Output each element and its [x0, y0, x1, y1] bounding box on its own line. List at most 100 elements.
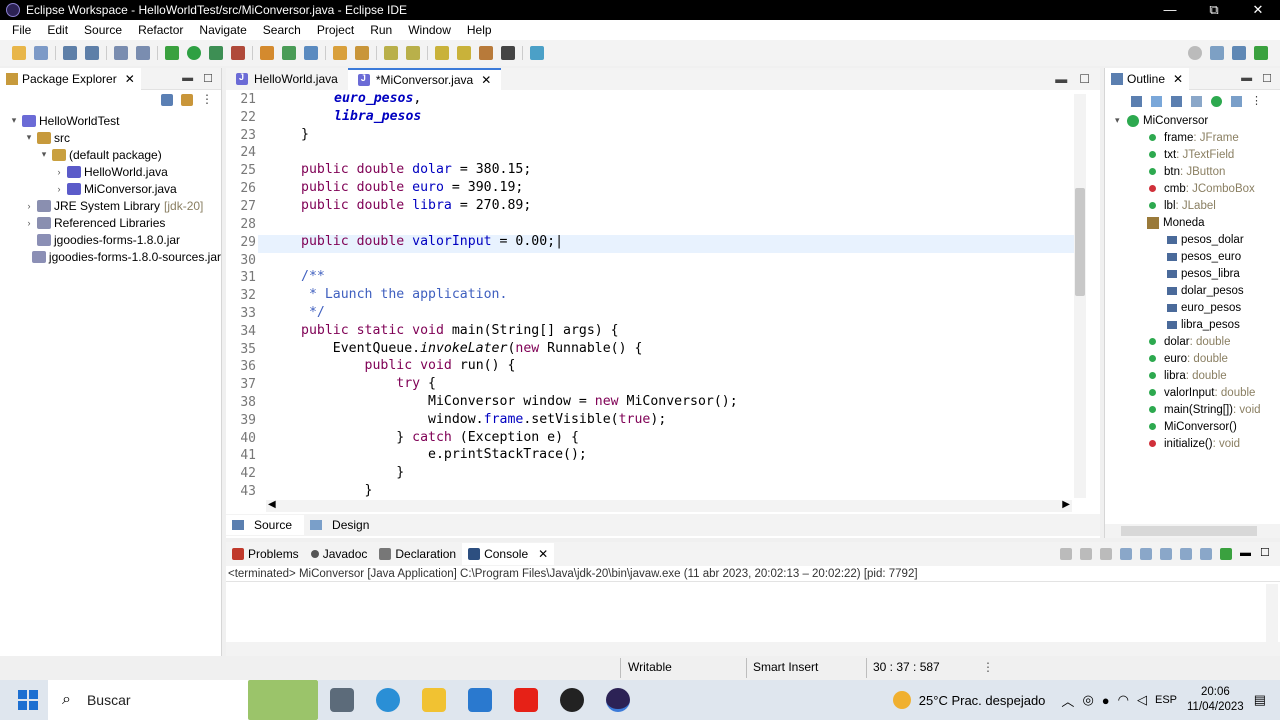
outline-item[interactable]: main(String[]) : void — [1105, 401, 1280, 418]
breakpoint-icon[interactable] — [136, 46, 150, 60]
collapse-all-icon[interactable] — [1131, 95, 1142, 107]
menu-help[interactable]: Help — [459, 23, 500, 37]
close-icon[interactable]: ✕ — [481, 73, 491, 87]
console-horizontal-scrollbar[interactable] — [226, 642, 1280, 656]
java-perspective-icon[interactable] — [1232, 46, 1246, 60]
word-wrap-icon[interactable] — [1160, 548, 1172, 560]
hide-local-types-icon[interactable] — [1231, 95, 1242, 107]
maximize-view-icon[interactable]: ☐ — [1260, 548, 1272, 560]
notifications-icon[interactable]: ▤ — [1254, 692, 1266, 708]
meet-icon[interactable]: ◎ — [1082, 692, 1093, 708]
outline-item[interactable]: pesos_dolar — [1105, 231, 1280, 248]
scroll-lock-icon[interactable] — [1140, 548, 1152, 560]
annotation-prev-icon[interactable] — [406, 46, 420, 60]
tree-item[interactable]: › Referenced Libraries — [0, 214, 221, 231]
chevron-up-icon[interactable]: ︿ — [1061, 691, 1074, 710]
next-edit-icon[interactable] — [501, 46, 515, 60]
display-console-icon[interactable] — [1200, 548, 1212, 560]
tree-item[interactable]: ▾ (default package) — [0, 146, 221, 163]
outline-item[interactable]: txt : JTextField — [1105, 146, 1280, 163]
search-toolbar-icon[interactable] — [355, 46, 369, 60]
tree-item[interactable]: ▾ src — [0, 129, 221, 146]
editor-vertical-scrollbar[interactable] — [1074, 94, 1086, 498]
outline-item[interactable]: lbl : JLabel — [1105, 197, 1280, 214]
collapse-all-icon[interactable] — [161, 94, 173, 106]
menu-edit[interactable]: Edit — [39, 23, 76, 37]
open-console-icon[interactable] — [1220, 548, 1232, 560]
new-window-icon[interactable] — [530, 46, 544, 60]
outline-item[interactable]: cmb : JComboBox — [1105, 180, 1280, 197]
taskbar-search[interactable]: ⌕ Buscar — [48, 680, 318, 720]
file-explorer-icon[interactable] — [422, 688, 446, 712]
outline-item[interactable]: MiConversor() — [1105, 418, 1280, 435]
run-icon[interactable] — [187, 46, 201, 60]
tab-javadoc[interactable]: Javadoc — [305, 543, 374, 565]
chevron-down-icon[interactable]: ▾ — [23, 132, 35, 143]
new-class-icon[interactable] — [304, 46, 318, 60]
outline-item[interactable]: frame : JFrame — [1105, 129, 1280, 146]
save-icon[interactable] — [63, 46, 77, 60]
terminate-icon[interactable] — [1060, 548, 1072, 560]
windows-start-icon[interactable] — [18, 690, 38, 710]
tree-item[interactable]: › JRE System Library [jdk-20] — [0, 197, 221, 214]
open-icon[interactable] — [34, 46, 48, 60]
menu-file[interactable]: File — [4, 23, 39, 37]
new-java-project-icon[interactable] — [260, 46, 274, 60]
menu-source[interactable]: Source — [76, 23, 130, 37]
youtube-icon[interactable] — [514, 688, 538, 712]
chevron-right-icon[interactable]: › — [23, 201, 35, 211]
remove-launch-icon[interactable] — [1080, 548, 1092, 560]
chevron-down-icon[interactable]: ▾ — [8, 115, 20, 126]
tab-design[interactable]: Design — [304, 515, 381, 535]
task-view-icon[interactable] — [330, 688, 354, 712]
open-type-icon[interactable] — [333, 46, 347, 60]
weather-icon[interactable] — [892, 691, 911, 709]
outline-item[interactable]: btn : JButton — [1105, 163, 1280, 180]
forward-icon[interactable] — [457, 46, 471, 60]
outline-scrollbar[interactable] — [1105, 524, 1280, 538]
vscode-icon[interactable] — [468, 688, 492, 712]
view-menu-icon[interactable]: ⋮ — [1251, 95, 1262, 107]
outline-item[interactable]: dolar : double — [1105, 333, 1280, 350]
chevron-right-icon[interactable]: › — [53, 184, 65, 194]
search-icon[interactable] — [1188, 46, 1202, 60]
outline-item[interactable]: Moneda — [1105, 214, 1280, 231]
tab-miconversor-java[interactable]: *MiConversor.java ✕ — [347, 68, 502, 90]
tree-item[interactable]: ▾ HelloWorldTest — [0, 112, 221, 129]
minimize-view-icon[interactable]: ▬ — [1240, 548, 1252, 560]
tree-item[interactable]: › MiConversor.java — [0, 180, 221, 197]
eclipse-taskbar-icon[interactable] — [606, 688, 630, 712]
chevron-down-icon[interactable]: ▾ — [38, 149, 50, 160]
close-icon[interactable]: ✕ — [1173, 72, 1183, 86]
overview-ruler[interactable] — [1088, 94, 1100, 498]
chevron-right-icon[interactable]: › — [23, 218, 35, 228]
link-editor-icon[interactable] — [181, 94, 193, 106]
restore-button[interactable]: ⧉ — [1192, 0, 1236, 20]
debug-icon[interactable] — [165, 46, 179, 60]
back-icon[interactable] — [435, 46, 449, 60]
prev-edit-icon[interactable] — [479, 46, 493, 60]
pin-console-icon[interactable] — [1180, 548, 1192, 560]
hide-static-icon[interactable] — [1191, 95, 1202, 107]
outline-tab[interactable]: Outline ✕ — [1105, 67, 1190, 90]
outline-item[interactable]: pesos_euro — [1105, 248, 1280, 265]
app-icon[interactable] — [560, 688, 584, 712]
debug-skip-icon[interactable] — [114, 46, 128, 60]
outline-item[interactable]: dolar_pesos — [1105, 282, 1280, 299]
menu-search[interactable]: Search — [255, 23, 309, 37]
view-menu-icon[interactable]: ⋮ — [201, 93, 213, 106]
save-all-icon[interactable] — [85, 46, 99, 60]
edge-icon[interactable] — [376, 688, 400, 712]
menu-run[interactable]: Run — [362, 23, 400, 37]
new-package-icon[interactable] — [282, 46, 296, 60]
maximize-view-icon[interactable]: ☐ — [203, 72, 213, 85]
package-explorer-tab[interactable]: Package Explorer ✕ — [0, 67, 141, 90]
perspective-open-icon[interactable] — [1210, 46, 1224, 60]
close-icon[interactable]: ✕ — [125, 72, 135, 86]
scroll-left-icon[interactable]: ◀ — [268, 499, 276, 510]
outline-root[interactable]: ▾ MiConversor — [1105, 112, 1280, 129]
outline-item[interactable]: libra : double — [1105, 367, 1280, 384]
minimize-button[interactable]: — — [1148, 0, 1192, 20]
outline-item[interactable]: euro : double — [1105, 350, 1280, 367]
external-tools-icon[interactable] — [231, 46, 245, 60]
